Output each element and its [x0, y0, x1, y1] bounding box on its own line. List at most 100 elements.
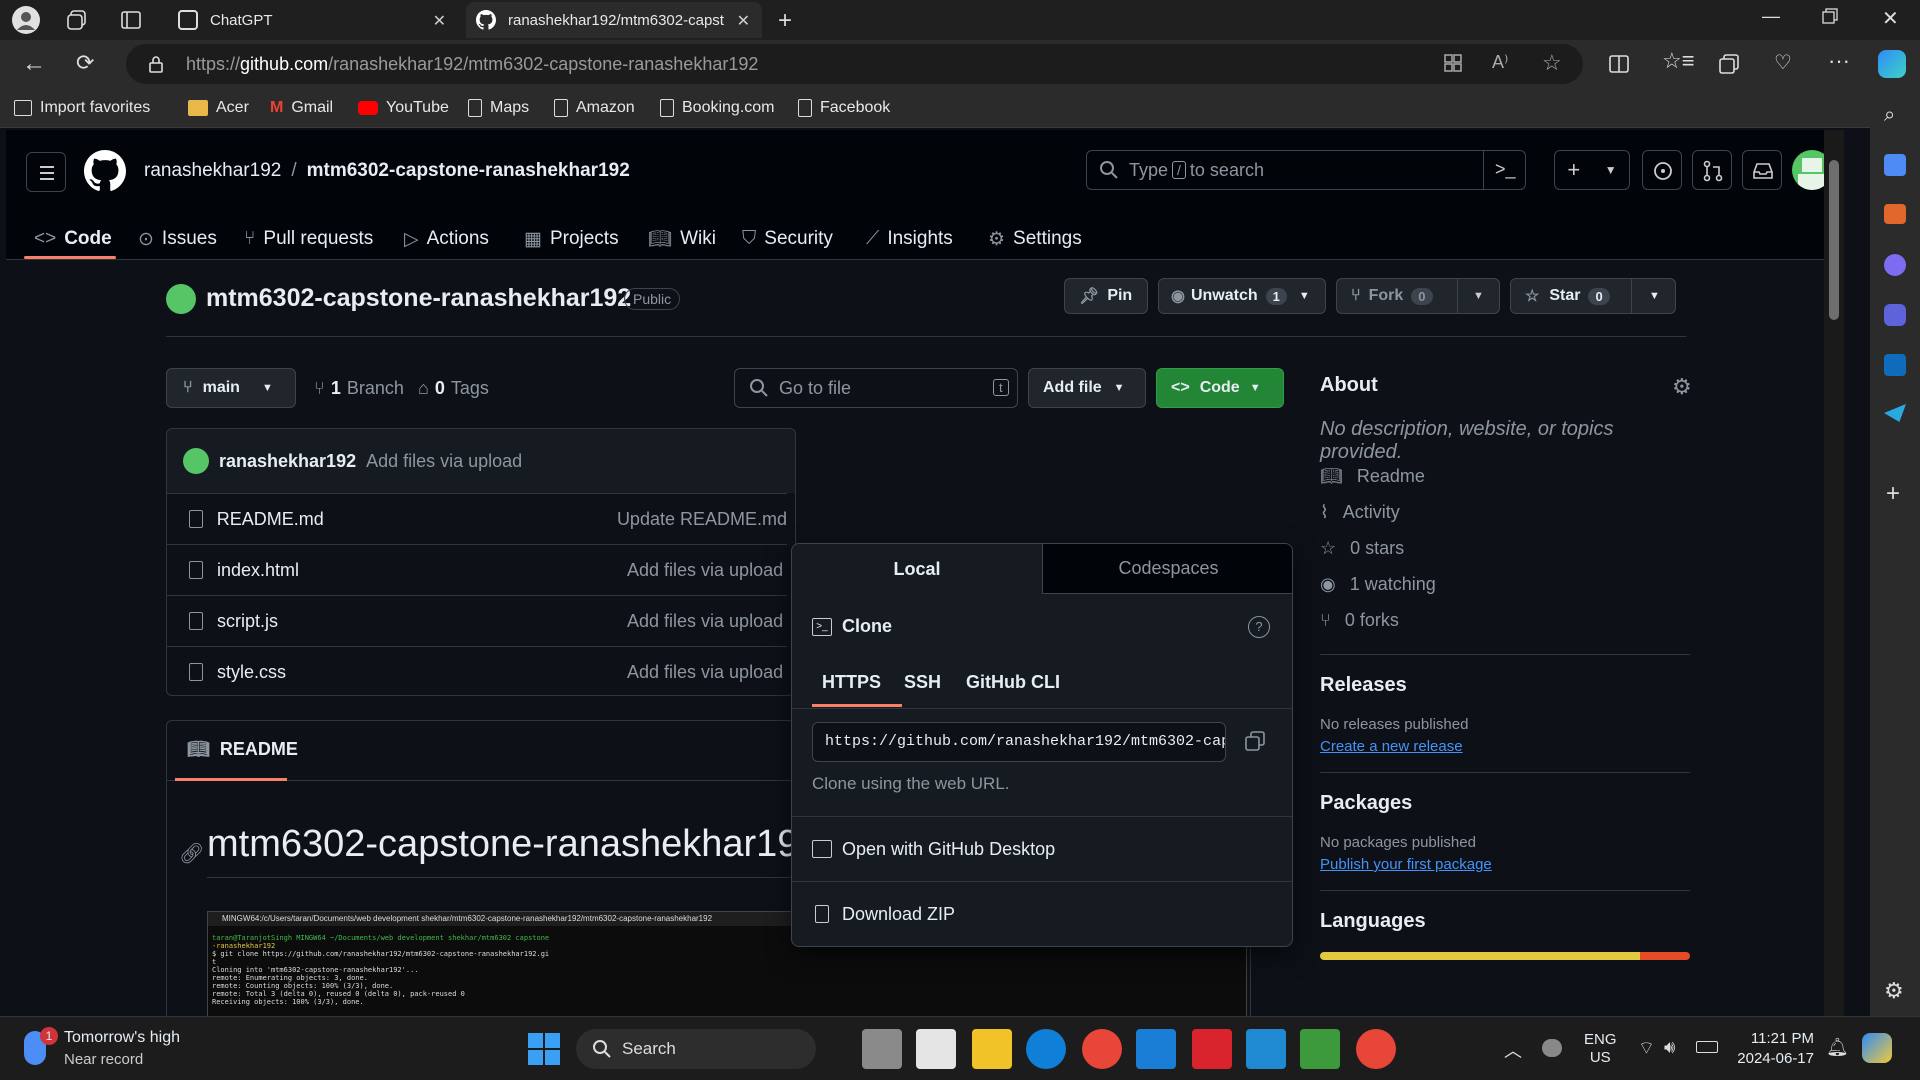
weather-title[interactable]: Tomorrow's high [64, 1029, 180, 1047]
tab-issues[interactable]: ⊙ Issues [138, 218, 217, 260]
onedrive-icon[interactable] [1542, 1039, 1562, 1057]
copy-icon[interactable] [1244, 730, 1266, 752]
pin-button[interactable]: 📌︎ Pin [1064, 278, 1148, 314]
star-button[interactable]: ☆ Star 0 ▼ [1510, 278, 1676, 314]
app-available-icon[interactable] [1443, 53, 1463, 73]
help-icon[interactable]: ? [1248, 616, 1270, 638]
tab-chatgpt[interactable]: ChatGPT ✕ [168, 2, 458, 38]
fav-maps[interactable]: Maps [468, 88, 529, 128]
issues-button[interactable] [1642, 150, 1682, 190]
table-row[interactable]: script.js Add files via upload [167, 595, 787, 646]
language-indicator[interactable]: ENG US [1584, 1031, 1617, 1067]
fav-booking[interactable]: Booking.com [660, 88, 775, 128]
tab-security[interactable]: ⛉ Security [742, 218, 833, 260]
fav-youtube[interactable]: YouTube [358, 88, 449, 128]
close-icon[interactable]: ✕ [737, 11, 750, 31]
commit-message[interactable]: Add files via upload [366, 451, 522, 472]
readme-link[interactable]: 📖︎ Readme [1320, 466, 1425, 487]
pull-requests-button[interactable] [1692, 150, 1732, 190]
start-icon[interactable] [528, 1033, 560, 1065]
download-zip-item[interactable]: Download ZIP [792, 882, 1292, 946]
notification-bell-icon[interactable]: 🔔︎ [1826, 1037, 1849, 1058]
fork-button[interactable]: ⑂ Fork 0 ▼ [1336, 278, 1500, 314]
open-desktop-item[interactable]: Open with GitHub Desktop [792, 817, 1292, 881]
games-icon[interactable] [1884, 254, 1906, 276]
repo-name-link[interactable]: mtm6302-capstone-ranashekhar192 [307, 160, 630, 182]
shopping-icon[interactable] [1884, 154, 1906, 176]
tags-link[interactable]: ⌂ 0 Tags [418, 378, 489, 399]
tab-local[interactable]: Local [792, 544, 1042, 594]
publish-package-link[interactable]: Publish your first package [1320, 856, 1492, 873]
file-commit-message[interactable]: Add files via upload [627, 662, 783, 683]
fav-acer[interactable]: Acer [188, 88, 249, 128]
packages-title[interactable]: Packages [1320, 792, 1412, 815]
tab-github-cli[interactable]: GitHub CLI [966, 672, 1060, 693]
telegram-icon[interactable] [1884, 404, 1906, 422]
import-favorites[interactable]: Import favorites [14, 88, 150, 128]
restore-button[interactable] [1822, 8, 1838, 24]
forks-link[interactable]: ⑂ 0 forks [1320, 610, 1399, 631]
chevron-up-icon[interactable]: ︿ [1504, 1037, 1522, 1063]
chrome-icon[interactable] [1082, 1029, 1122, 1069]
edge-icon[interactable] [1026, 1029, 1066, 1069]
branches-link[interactable]: ⑂ 1 Branch [314, 378, 404, 399]
tab-codespaces[interactable]: Codespaces [1042, 544, 1292, 594]
close-icon[interactable]: ✕ [433, 11, 446, 31]
tab-wiki[interactable]: 📖︎ Wiki [648, 218, 716, 260]
window-close-button[interactable]: ✕ [1882, 6, 1899, 31]
releases-title[interactable]: Releases [1320, 674, 1407, 697]
copilot-sidebar-icon[interactable] [1884, 304, 1906, 326]
file-name[interactable]: style.css [217, 662, 627, 683]
file-name[interactable]: index.html [217, 560, 627, 581]
minimize-button[interactable]: — [1762, 6, 1780, 27]
activity-link[interactable]: ⌇ Activity [1320, 502, 1400, 523]
store-icon[interactable] [916, 1029, 956, 1069]
branch-selector[interactable]: ⑂ main ▼ [166, 368, 296, 408]
copilot-icon[interactable] [1878, 50, 1906, 78]
add-file-button[interactable]: Add file ▼ [1028, 368, 1146, 408]
task-view-icon[interactable] [862, 1029, 902, 1069]
file-explorer-icon[interactable] [972, 1029, 1012, 1069]
tab-pull-requests[interactable]: ⑂ Pull requests [244, 218, 373, 260]
battery-icon[interactable] [1696, 1041, 1718, 1053]
command-palette-icon[interactable]: >_ [1495, 159, 1516, 180]
profile-icon[interactable] [12, 6, 40, 34]
more-options-icon[interactable]: ··· [1828, 48, 1850, 74]
copilot-taskbar-icon[interactable] [1862, 1033, 1892, 1063]
page-scrollbar[interactable] [1824, 130, 1844, 1016]
volume-icon[interactable]: 🔊︎ [1664, 1037, 1675, 1058]
gear-icon[interactable]: ⚙ [1672, 374, 1692, 400]
scrollbar-thumb[interactable] [1829, 160, 1839, 320]
global-search-input[interactable]: Type / to search >_ [1086, 150, 1526, 190]
inbox-button[interactable] [1742, 150, 1782, 190]
table-row[interactable]: README.md Update README.md [167, 493, 787, 544]
clock[interactable]: 11:21 PM 2024-06-17 [1732, 1029, 1814, 1069]
clone-url-input[interactable]: https://github.com/ranashekhar192/mtm630… [812, 722, 1226, 762]
vscode-icon[interactable] [1246, 1029, 1286, 1069]
browser-essentials-icon[interactable]: ♡ [1774, 50, 1792, 75]
fav-gmail[interactable]: M Gmail [270, 88, 333, 128]
repo-owner-link[interactable]: ranashekhar192 [144, 160, 281, 182]
mail-icon[interactable] [1136, 1029, 1176, 1069]
collections-icon[interactable] [1718, 53, 1740, 75]
tab-https[interactable]: HTTPS [822, 672, 881, 693]
split-screen-icon[interactable] [1608, 53, 1630, 75]
table-row[interactable]: style.css Add files via upload [167, 646, 787, 695]
git-icon[interactable] [1300, 1029, 1340, 1069]
tab-settings[interactable]: ⚙ Settings [988, 218, 1082, 260]
tab-github[interactable]: ranashekhar192/mtm6302-capst ✕ [466, 2, 762, 38]
github-logo-icon[interactable] [84, 150, 126, 192]
goto-file-input[interactable]: Go to file t [734, 368, 1018, 408]
read-aloud-icon[interactable]: A⁾ [1492, 52, 1508, 73]
fav-facebook[interactable]: Facebook [798, 88, 890, 128]
unwatch-button[interactable]: ◉ Unwatch 1 ▼ [1158, 278, 1326, 314]
code-button[interactable]: <> Code ▼ [1156, 368, 1284, 408]
workspaces-icon[interactable] [66, 9, 88, 31]
add-icon[interactable]: + [1886, 480, 1900, 508]
settings-gear-icon[interactable]: ⚙ [1884, 978, 1904, 1004]
table-row[interactable]: index.html Add files via upload [167, 544, 787, 595]
commit-author[interactable]: ranashekhar192 [219, 451, 356, 472]
hamburger-menu-button[interactable] [26, 152, 66, 192]
tab-actions-icon[interactable] [120, 9, 142, 31]
chrome-icon[interactable] [1356, 1029, 1396, 1069]
